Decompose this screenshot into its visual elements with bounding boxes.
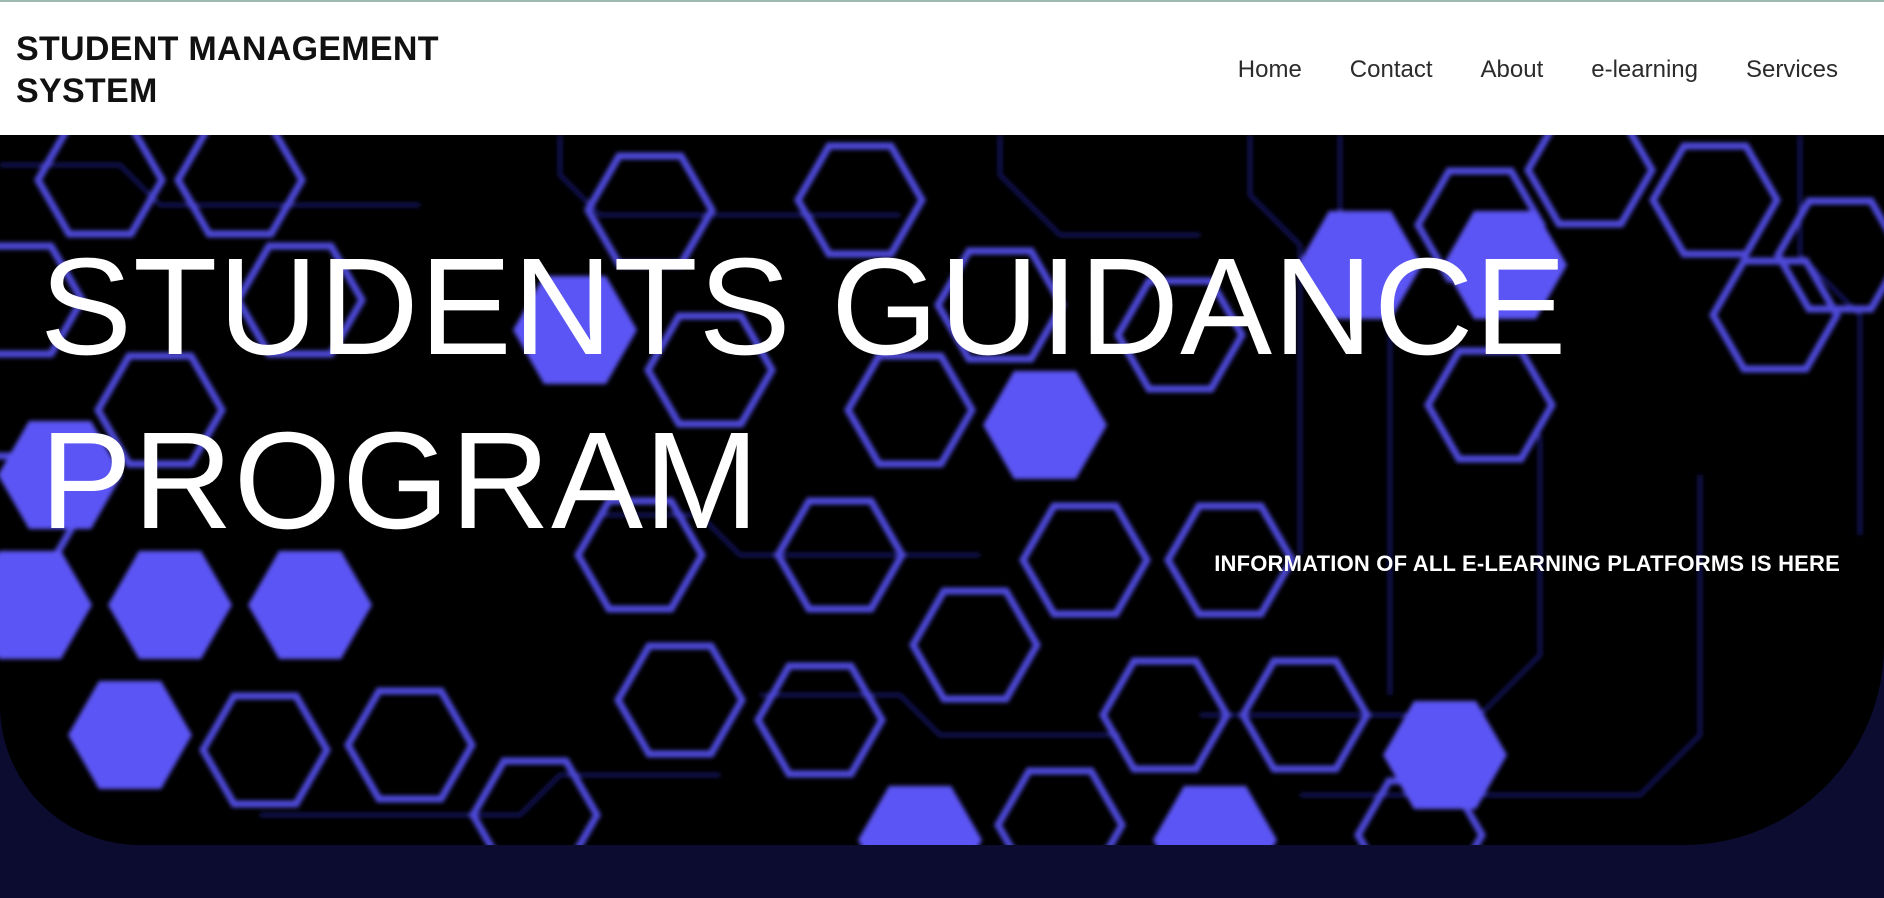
hero-title: STUDENTS GUIDANCE PROGRAM <box>40 220 1567 568</box>
site-brand[interactable]: STUDENT MANAGEMENT SYSTEM <box>16 28 439 112</box>
nav-item-home[interactable]: Home <box>1238 52 1302 88</box>
hero-section: STUDENTS GUIDANCE PROGRAM INFORMATION OF… <box>0 135 1884 898</box>
nav-item-e-learning[interactable]: e-learning <box>1591 52 1698 88</box>
hero-title-line-1: STUDENTS GUIDANCE <box>40 230 1568 384</box>
brand-line-1: STUDENT MANAGEMENT <box>16 30 439 68</box>
hero-title-line-2: PROGRAM <box>40 404 761 558</box>
hero-tagline: INFORMATION OF ALL E-LEARNING PLATFORMS … <box>1214 551 1840 576</box>
nav-item-about[interactable]: About <box>1481 52 1544 88</box>
nav-item-services[interactable]: Services <box>1746 52 1838 88</box>
brand-line-2: SYSTEM <box>16 72 158 110</box>
nav-item-contact[interactable]: Contact <box>1350 52 1433 88</box>
site-header: STUDENT MANAGEMENT SYSTEM Home Contact A… <box>0 2 1884 135</box>
hero-bottom-band <box>0 845 1884 898</box>
main-nav: Home Contact About e-learning Services <box>1190 52 1838 88</box>
